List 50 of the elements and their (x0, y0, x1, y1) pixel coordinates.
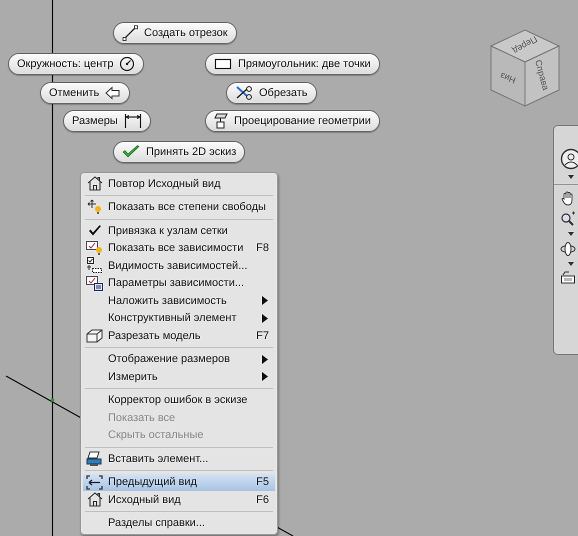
marking-menu-button[interactable]: Отменить (40, 82, 130, 104)
circle-icon (119, 56, 136, 72)
marking-menu-button[interactable]: Размеры (63, 110, 151, 132)
menu-item[interactable]: Разделы справки... (83, 514, 275, 532)
previous-view-icon (86, 474, 103, 490)
marking-menu-button[interactable]: Обрезать (226, 82, 317, 104)
constraint-bulb-icon (86, 240, 103, 256)
scissors-icon (235, 85, 253, 101)
house-icon (86, 176, 102, 192)
menu-item[interactable]: Показать все степени свободы (83, 198, 275, 216)
caret-icon[interactable] (568, 232, 574, 236)
menu-item[interactable]: Наложить зависимость (83, 292, 275, 310)
menu-item[interactable]: Отображение размеров (83, 350, 275, 368)
constraint-settings-icon (86, 275, 103, 292)
menu-item[interactable]: Исходный вид F6 (83, 491, 275, 508)
menu-item[interactable]: Параметры зависимости... (83, 274, 275, 292)
marking-menu-button[interactable]: Создать отрезок (113, 22, 237, 44)
zoom-icon[interactable] (560, 211, 576, 227)
insert-icon (86, 450, 103, 467)
constraint-visibility-icon (86, 257, 103, 274)
menu-item[interactable]: Корректор ошибок в эскизе (83, 392, 275, 409)
projection-icon (214, 113, 228, 129)
marking-menu-button[interactable]: Окружность: центр (8, 53, 144, 75)
menu-item[interactable]: Предыдущий вид F5 (83, 474, 275, 491)
menu-item[interactable]: Привязка к узлам сетки (83, 222, 275, 240)
cube-face-label: Низ (498, 70, 518, 86)
checkmark-icon (122, 145, 140, 159)
dimension-icon (124, 113, 142, 129)
caret-icon[interactable] (568, 262, 574, 266)
arrows-bulb-icon (86, 199, 102, 216)
menu-item[interactable]: Повтор Исходный вид (83, 175, 275, 192)
box-icon (86, 328, 103, 344)
marking-menu-button[interactable]: Прямоугольник: две точки (205, 53, 380, 75)
sketch-point (50, 398, 54, 402)
rectangle-icon (214, 57, 232, 71)
menu-item[interactable]: Конструктивный элемент (83, 310, 275, 327)
menu-item[interactable]: Видимость зависимостей... (83, 257, 275, 274)
marking-menu-button[interactable]: Проецирование геометрии (205, 110, 380, 132)
cube-face-label: Справа (533, 58, 551, 92)
marking-menu-button[interactable]: Принять 2D эскиз (113, 141, 246, 163)
menu-item[interactable]: Разрезать модель F7 (83, 327, 275, 344)
view-icon[interactable] (560, 271, 576, 285)
menu-item[interactable]: Измерить (83, 368, 275, 386)
house-icon (86, 492, 102, 508)
menu-item[interactable]: Показать все зависимости F8 (83, 240, 275, 257)
line-icon (122, 25, 138, 41)
undo-icon (105, 86, 122, 100)
orbit-icon[interactable] (560, 241, 576, 257)
caret-icon[interactable] (568, 175, 574, 179)
menu-item[interactable]: Вставить элемент... (83, 450, 275, 468)
